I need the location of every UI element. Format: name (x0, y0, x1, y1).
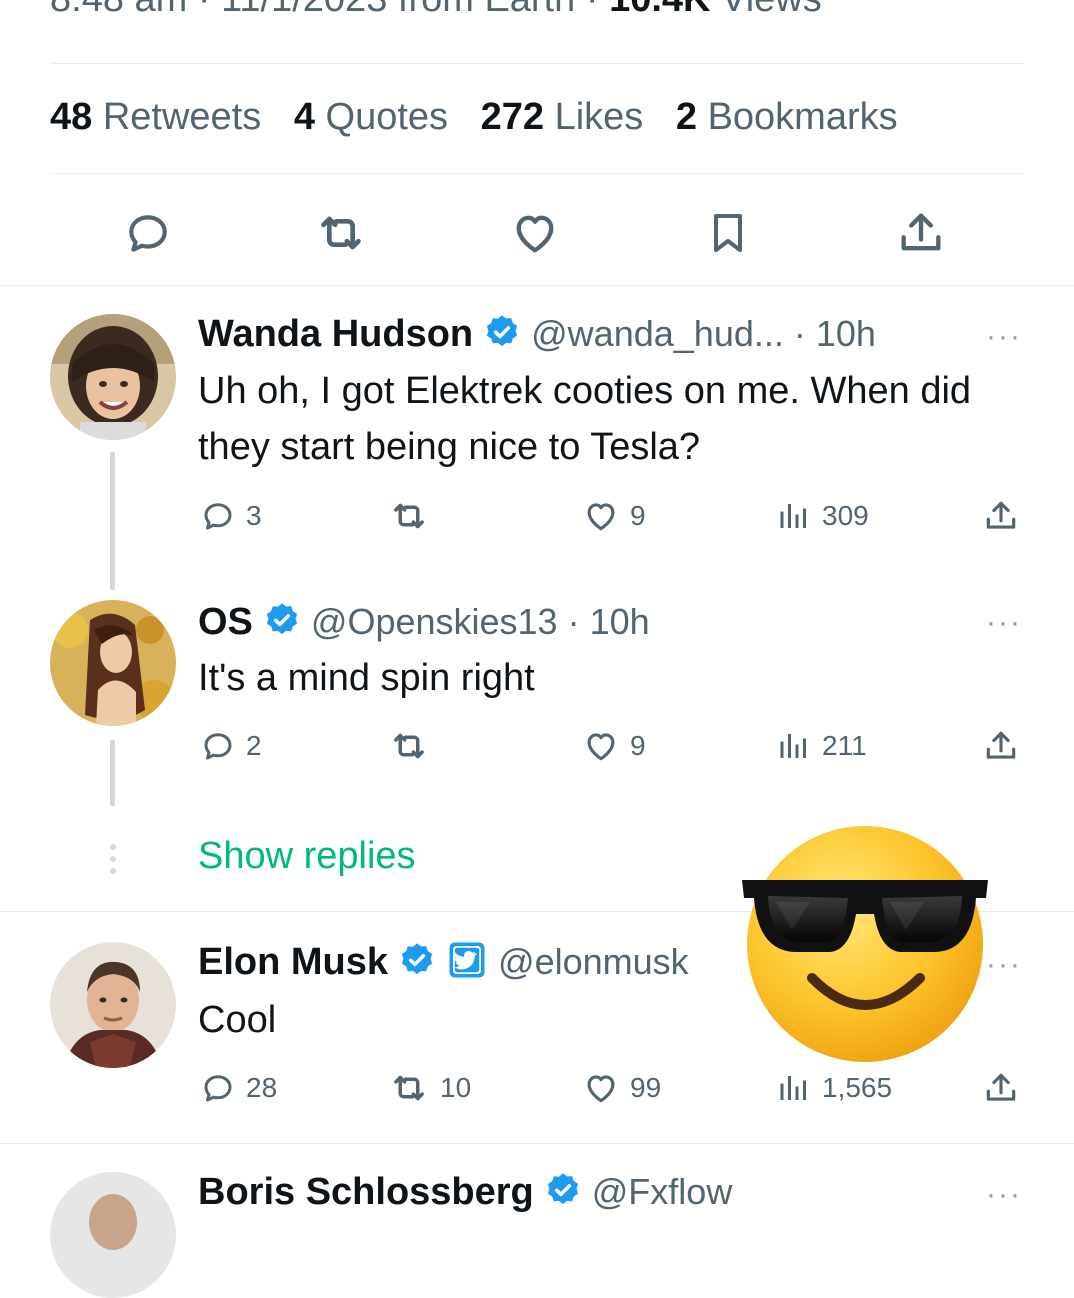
display-name[interactable]: Elon Musk (198, 941, 388, 984)
tweet-action-bar (0, 205, 1074, 261)
share-icon (986, 501, 1016, 529)
verified-badge-icon (544, 1171, 582, 1214)
more-replies-dots-icon (108, 842, 118, 881)
share-icon (986, 1073, 1016, 1101)
share-button[interactable] (982, 496, 1020, 536)
share-icon[interactable] (893, 205, 949, 261)
reply-icon (204, 1075, 232, 1102)
retweet-icon (394, 733, 424, 759)
affiliate-badge-icon (446, 939, 488, 986)
like-button[interactable]: 99 (582, 1068, 661, 1108)
tweet-date: 11/1/2023 (221, 0, 387, 20)
divider (0, 1143, 1074, 1144)
sunglasses-emoji-icon (740, 822, 990, 1067)
like-count: 9 (630, 500, 646, 531)
like-button[interactable]: 9 (582, 496, 646, 536)
analytics-icon (780, 734, 806, 758)
analytics-icon (780, 1076, 806, 1100)
reply-action-bar: 2 9 211 (0, 726, 1074, 766)
share-button[interactable] (982, 726, 1020, 766)
views-button[interactable]: 309 (776, 496, 869, 536)
display-name[interactable]: Wanda Hudson (198, 313, 473, 356)
view-count: 309 (822, 500, 869, 531)
avatar[interactable] (50, 1172, 176, 1298)
divider (0, 285, 1074, 286)
post-time[interactable]: · 10h (794, 313, 876, 355)
more-options-icon[interactable]: ··· (986, 606, 1022, 640)
reply-button[interactable]: 2 (200, 726, 262, 766)
verified-badge-icon (263, 601, 301, 644)
views-button[interactable]: 1,565 (776, 1068, 892, 1108)
reply-count: 2 (246, 730, 262, 761)
like-icon (587, 733, 615, 761)
reply-header: Wanda Hudson @wanda_hud... · 10h (198, 310, 876, 358)
views-button[interactable]: 211 (776, 726, 867, 766)
verified-badge-icon (483, 313, 521, 356)
like-icon (587, 1075, 615, 1103)
reply-count: 3 (246, 500, 262, 531)
verified-badge-icon (398, 941, 436, 984)
like-count: 99 (630, 1072, 662, 1103)
like-count: 9 (630, 730, 646, 761)
post-time[interactable]: · 10h (568, 601, 650, 643)
handle[interactable]: @wanda_hud... (531, 313, 784, 355)
retweets-stat[interactable]: 48 Retweets (50, 96, 261, 138)
avatar[interactable] (50, 942, 176, 1068)
like-button[interactable]: 9 (582, 726, 646, 766)
more-options-icon[interactable]: ··· (986, 320, 1022, 354)
view-count: 1,565 (822, 1072, 893, 1103)
reply-text: Uh oh, I got Elektrek cooties on me. Whe… (198, 370, 972, 468)
retweet-button[interactable] (388, 726, 440, 766)
likes-stat[interactable]: 272 Likes (481, 96, 644, 138)
tweet-views-label: Views (721, 0, 822, 20)
divider (50, 173, 1024, 174)
retweet-icon (394, 1075, 424, 1101)
retweet-button[interactable] (388, 496, 440, 536)
retweet-count: 10 (440, 1072, 472, 1103)
reply-icon (204, 503, 232, 530)
retweet-button[interactable]: 10 (388, 1068, 471, 1108)
bookmarks-stat[interactable]: 2 Bookmarks (676, 96, 898, 138)
avatar[interactable] (50, 600, 176, 726)
analytics-icon (780, 504, 806, 528)
bookmark-icon[interactable] (700, 205, 756, 261)
tweet-meta: 8:48 am · 11/1/2023 from Earth · 10.4K V… (50, 0, 822, 21)
tweet-source: from Earth (398, 0, 575, 20)
avatar[interactable] (50, 314, 176, 440)
show-replies-link[interactable]: Show replies (198, 835, 416, 878)
divider (50, 63, 1024, 64)
handle[interactable]: @elonmusk (498, 941, 689, 983)
share-icon (986, 731, 1016, 759)
retweet-icon (394, 503, 424, 529)
display-name[interactable]: OS (198, 601, 253, 644)
view-count: 211 (822, 730, 867, 761)
display-name[interactable]: Boris Schlossberg (198, 1171, 534, 1214)
handle[interactable]: @Openskies13 (311, 601, 558, 643)
more-options-icon[interactable]: ··· (986, 948, 1022, 982)
reply-header: OS @Openskies13 · 10h (198, 598, 650, 646)
share-button[interactable] (982, 1068, 1020, 1108)
quotes-stat[interactable]: 4 Quotes (294, 96, 448, 138)
reply-action-bar: 3 9 309 (0, 496, 1074, 536)
handle[interactable]: @Fxflow (592, 1171, 733, 1213)
more-options-icon[interactable]: ··· (986, 1178, 1022, 1212)
reply-button[interactable]: 28 (200, 1068, 277, 1108)
reply-icon (204, 733, 232, 760)
reply-header: Boris Schlossberg @Fxflow (198, 1168, 732, 1216)
reply-button[interactable]: 3 (200, 496, 262, 536)
reply-text: It's a mind spin right (198, 657, 535, 699)
tweet-time: 8:48 am (50, 0, 187, 20)
like-icon[interactable] (507, 205, 563, 261)
tweet-views-count: 10.4K (609, 0, 710, 20)
reply-count: 28 (246, 1072, 278, 1103)
reply-action-bar: 28 10 99 1,565 (0, 1068, 1074, 1108)
reply-icon[interactable] (120, 205, 176, 261)
like-icon (587, 503, 615, 531)
reply-header: Elon Musk @elonmusk (198, 938, 699, 986)
retweet-icon[interactable] (313, 205, 369, 261)
engagement-stats: 48 Retweets 4 Quotes 272 Likes 2 Bookmar… (50, 96, 920, 139)
